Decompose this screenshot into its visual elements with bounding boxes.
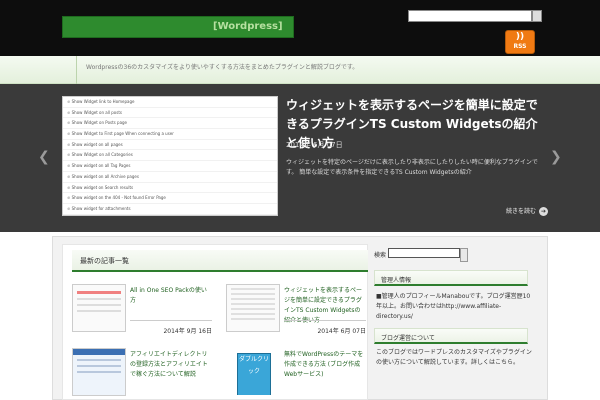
slide-image-row: Show Widget to First page When connectin… xyxy=(63,129,277,140)
post-item[interactable]: アフィリエイトディレクトリの登録方法とアフィリエイトで稼ぐ方法について解説 xyxy=(72,348,212,400)
featured-slider: ❮ ❯ Show Widget link to Homepage Show Wi… xyxy=(0,84,600,232)
site-logo[interactable]: [Wordpress] xyxy=(62,16,294,38)
thumb-line xyxy=(77,365,121,367)
thumb-line xyxy=(231,288,275,290)
thumb-line xyxy=(231,313,275,315)
sidebar-widget-title: 管理人情報 xyxy=(374,270,528,286)
rss-label: RSS xyxy=(513,43,527,50)
slide-image-row: Show widget on all Archive pages xyxy=(63,172,277,183)
rss-button[interactable]: )) RSS xyxy=(505,30,535,54)
thumb-line xyxy=(77,359,121,361)
slide-image-row: Show widget on all pages xyxy=(63,140,277,151)
tagline-divider xyxy=(76,56,77,84)
slide-image-row: Show Widget link to Homepage xyxy=(63,97,277,108)
post-item[interactable]: ダブルクリック 無料でWordPressのテーマを作成できる方法 (ブログ作成W… xyxy=(226,348,366,400)
slider-prev-arrow-icon[interactable]: ❮ xyxy=(38,149,50,165)
slide-image-row: Show Widget on all Categories xyxy=(63,150,277,162)
tagline-band: Wordpressの36のカスタマイズをより使いやすくする方法をまとめたプラグイ… xyxy=(0,56,600,84)
sidebar-search-button[interactable] xyxy=(460,248,468,262)
thumb-line xyxy=(77,371,121,373)
thumb-bar xyxy=(77,291,121,294)
slide-image-row: Show widget on all Tag Pages xyxy=(63,161,277,172)
slide-image[interactable]: Show Widget link to Homepage Show Widget… xyxy=(62,96,278,216)
slide-image-row: Show widget on the 404 - Not found Error… xyxy=(63,193,277,204)
sidebar-search-label: 検索 xyxy=(374,252,387,259)
post-date: 2014年 9月 16日 xyxy=(163,328,212,335)
post-item[interactable]: ウィジェットを表示するページを簡単に設定できるプラグインTS Custom Wi… xyxy=(226,284,366,340)
latest-posts-heading: 最新の記事一覧 xyxy=(72,250,368,272)
post-title-link[interactable]: アフィリエイトディレクトリの登録方法とアフィリエイトで稼ぐ方法について解説 xyxy=(130,350,212,380)
thumb-line xyxy=(231,308,275,310)
site-tagline: Wordpressの36のカスタマイズをより使いやすくする方法をまとめたプラグイ… xyxy=(86,64,359,71)
slide-image-row: Show Widget on Posts page xyxy=(63,118,277,130)
post-thumbnail[interactable] xyxy=(72,348,126,396)
arrow-right-icon: ➔ xyxy=(539,207,549,216)
slide-image-row: Show Widget on all posts xyxy=(63,108,277,119)
read-more-label: 続きを読む xyxy=(506,208,537,215)
thumb-line xyxy=(231,298,275,300)
post-title-link[interactable]: All in One SEO Packの使い方 xyxy=(130,286,212,306)
post-title-link[interactable]: 無料でWordPressのテーマを作成できる方法 (ブログ作成Webサービス) xyxy=(284,350,366,380)
sidebar-search-input[interactable] xyxy=(388,248,460,258)
site-header: [Wordpress] )) RSS xyxy=(0,0,600,56)
post-divider xyxy=(284,320,366,321)
sidebar-widget-title: ブログ運営について xyxy=(374,328,528,344)
thumb-line xyxy=(231,303,275,305)
slide-date: 2014年 6月 07日 xyxy=(286,141,343,149)
logo-suffix: [Wordpress] xyxy=(213,21,283,32)
rss-icon: )) xyxy=(515,32,525,42)
header-search-button[interactable] xyxy=(532,10,542,22)
header-search-input[interactable] xyxy=(408,10,532,22)
slide-excerpt: ウィジェットを特定のページだけに表示したり非表示にしたりしたい時に便利なプラグイ… xyxy=(286,159,538,176)
post-thumbnail[interactable] xyxy=(226,284,280,332)
product-box-image: ダブルクリック xyxy=(237,353,271,395)
sidebar-widget-text: ■管理人のプロフィールManabouです。ブログ運営歴10年以上。お問い合わせは… xyxy=(376,293,531,320)
thumb-header xyxy=(73,349,125,355)
post-item[interactable]: All in One SEO Packの使い方 2014年 9月 16日 xyxy=(72,284,212,340)
post-thumbnail[interactable]: ダブルクリック xyxy=(226,348,280,396)
slider-next-arrow-icon[interactable]: ❯ xyxy=(550,149,562,165)
thumb-line xyxy=(231,293,275,295)
sidebar-widget-text: このブログではワードプレスのカスタマイズやプラグインの使い方について解説していま… xyxy=(376,349,532,366)
post-divider xyxy=(130,320,212,321)
thumb-line xyxy=(77,298,121,300)
post-date: 2014年 6月 07日 xyxy=(317,328,366,335)
sidebar: 検索 管理人情報 ■管理人のプロフィールManabouです。ブログ運営歴10年以… xyxy=(374,244,540,400)
thumb-line xyxy=(77,304,121,306)
slide-read-more-link[interactable]: 続きを読む ➔ xyxy=(506,206,549,216)
thumb-line xyxy=(77,310,121,312)
thumb-line xyxy=(231,318,275,320)
slide-image-row: Show widget on Search results xyxy=(63,183,277,194)
slide-image-row: Show widget for attachments xyxy=(63,204,277,215)
post-thumbnail[interactable] xyxy=(72,284,126,332)
